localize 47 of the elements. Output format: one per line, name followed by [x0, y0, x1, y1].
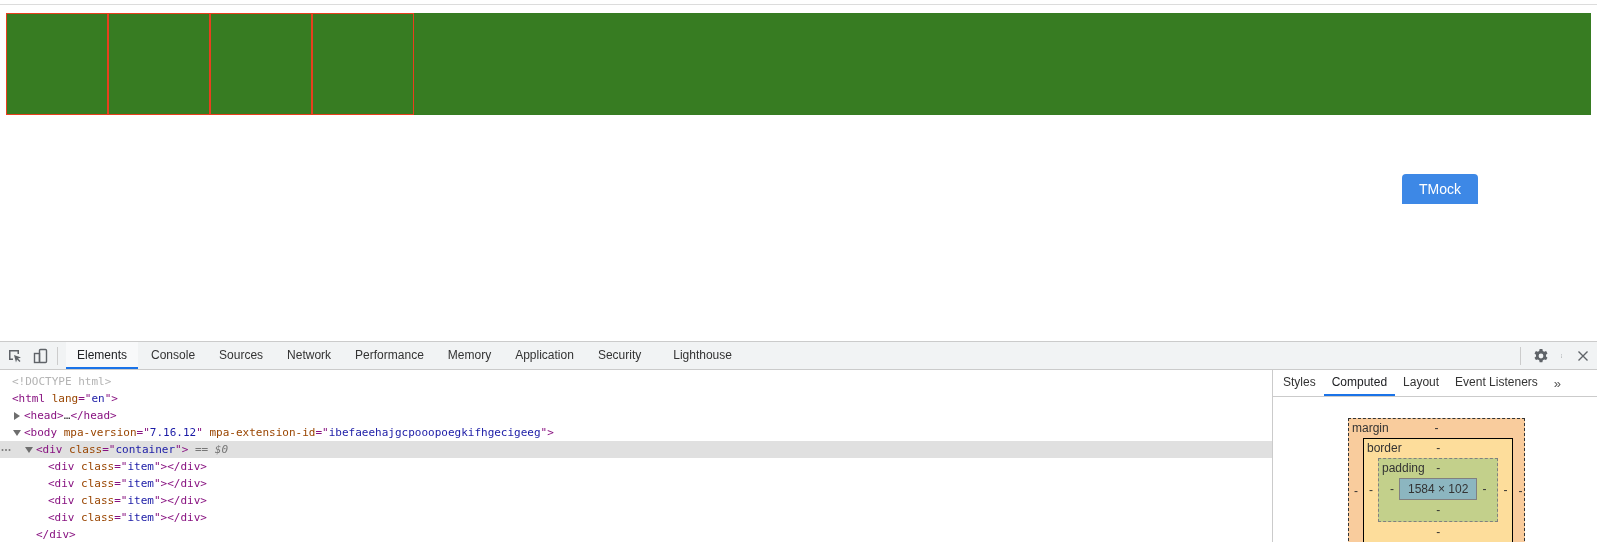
devtools-tab[interactable]: Network — [276, 342, 343, 369]
dom-node[interactable]: <div class="item"></div> — [0, 458, 1272, 475]
content-box: 1584 × 102 — [1399, 478, 1478, 500]
expanded-triangle-icon[interactable] — [25, 445, 33, 454]
box-value: - — [1436, 441, 1441, 455]
box-value: - — [1481, 482, 1488, 496]
sidebar-tab[interactable]: Layout — [1395, 370, 1448, 396]
devtools-tab[interactable]: Sources — [208, 342, 275, 369]
devtools-tab[interactable]: Console — [140, 342, 207, 369]
close-icon[interactable] — [1577, 349, 1589, 362]
settings-icon[interactable] — [1533, 347, 1549, 364]
box-value: - — [1389, 482, 1395, 496]
sidebar-tab[interactable]: Styles — [1275, 370, 1324, 396]
box-value: - — [1517, 484, 1524, 498]
box-label: margin — [1352, 421, 1390, 435]
dom-node[interactable]: <div class="container"> == $0 — [0, 441, 1272, 458]
box-value: - — [1502, 483, 1509, 497]
inspect-icon[interactable] — [7, 347, 23, 364]
devtools-tab[interactable]: Memory — [436, 342, 503, 369]
dom-node[interactable]: <head>…</head> — [0, 407, 1272, 424]
dom-node[interactable]: <div class="item"></div> — [0, 492, 1272, 509]
devtools-tab[interactable]: Performance — [344, 342, 435, 369]
dom-node[interactable]: <html lang="en"> — [0, 390, 1272, 407]
dom-node[interactable]: <body mpa-version="7.16.12" mpa-extension-id="ibefaeehajgcpooopoegkifhgecigeeg"> — [0, 424, 1272, 441]
box-value: - — [1353, 484, 1359, 498]
sidebar-tab[interactable]: Event Listeners — [1447, 370, 1546, 396]
devtools-tab[interactable]: Lighthouse — [662, 342, 743, 369]
ellipsis-icon[interactable] — [1, 447, 11, 452]
tmock-button[interactable]: TMock — [1402, 174, 1478, 204]
device-icon[interactable] — [33, 347, 49, 364]
devtools-tab[interactable]: Security — [586, 342, 653, 369]
box-value: - — [1368, 483, 1374, 497]
box-value: - — [1436, 461, 1441, 475]
more-tabs-button[interactable]: » — [1545, 370, 1570, 396]
dom-node[interactable]: </div> — [0, 526, 1272, 542]
collapsed-triangle-icon[interactable] — [13, 411, 21, 420]
sidebar-tab[interactable]: Computed — [1323, 370, 1396, 396]
box-value: - — [1434, 421, 1439, 435]
expanded-triangle-icon[interactable] — [13, 428, 21, 437]
box-value: - — [1436, 525, 1441, 539]
dom-node[interactable]: <div class="item"></div> — [0, 509, 1272, 526]
devtools-tab[interactable]: Elements — [66, 342, 139, 369]
box-label: border — [1367, 441, 1403, 455]
dom-node[interactable]: <div class="item"></div> — [0, 475, 1272, 492]
box-label: padding — [1382, 461, 1426, 475]
devtools-tab[interactable]: Application — [504, 342, 585, 369]
box-value: - — [1436, 503, 1441, 517]
